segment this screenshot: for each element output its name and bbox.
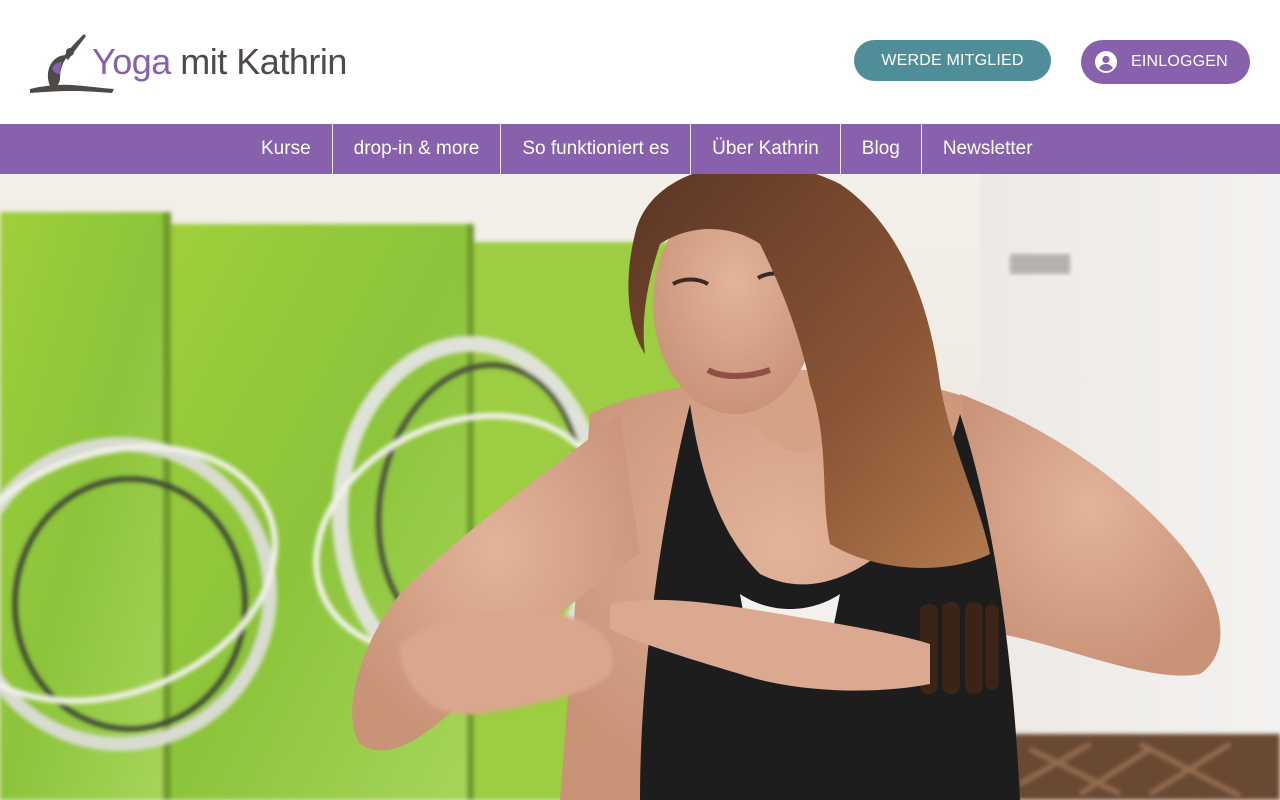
nav-item-so-funktioniert-es[interactable]: So funktioniert es (500, 124, 690, 174)
nav-item-blog[interactable]: Blog (839, 124, 921, 174)
site-logo[interactable]: Yoga mit Kathrin (28, 28, 347, 98)
nav-list: Kurse drop-in & more So funktioniert es … (240, 124, 1054, 174)
nav-item-newsletter[interactable]: Newsletter (920, 124, 1054, 174)
main-navigation: Kurse drop-in & more So funktioniert es … (0, 124, 1280, 174)
nav-item-ueber-kathrin[interactable]: Über Kathrin (690, 124, 840, 174)
site-header: Yoga mit Kathrin WERDE MITGLIED EINLOGGE… (0, 0, 1280, 124)
yoga-teacher-photo (0, 174, 1280, 800)
become-member-button[interactable]: WERDE MITGLIED (854, 40, 1051, 81)
user-circle-icon (1095, 51, 1117, 73)
login-label: EINLOGGEN (1131, 53, 1228, 70)
nav-item-kurse[interactable]: Kurse (240, 124, 332, 174)
logo-wordmark: Yoga mit Kathrin (92, 40, 347, 84)
become-member-label: WERDE MITGLIED (881, 51, 1024, 69)
nav-item-drop-in[interactable]: drop-in & more (331, 124, 501, 174)
login-button[interactable]: EINLOGGEN (1081, 40, 1250, 84)
hero-image (0, 174, 1280, 800)
logo-wordmark-yoga: Yoga (92, 41, 171, 82)
logo-wordmark-rest: mit Kathrin (180, 41, 347, 82)
